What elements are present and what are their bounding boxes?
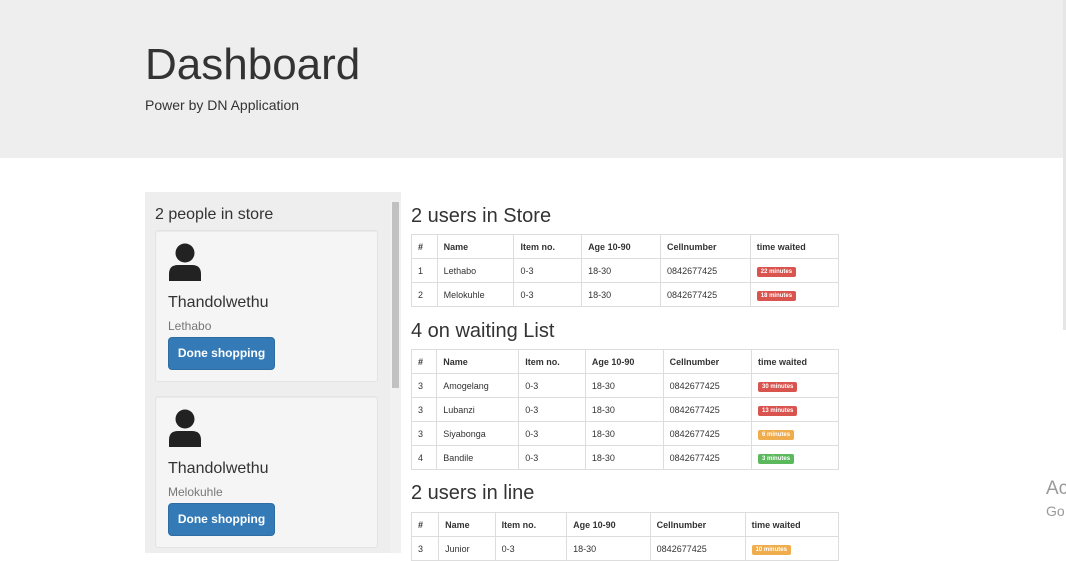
in-store-panel: 2 people in store Thandolwethu Lethabo D… (145, 192, 401, 553)
col-header: Name (436, 349, 520, 374)
col-header: Name (436, 234, 515, 259)
person-sub: Melokuhle (168, 485, 223, 499)
col-header: # (410, 512, 440, 537)
cell-name: Melokuhle (436, 282, 515, 307)
cell-wait: 10 minutes (744, 536, 840, 561)
col-header: Age 10-90 (566, 512, 651, 537)
col-header: Item no. (494, 512, 568, 537)
page-subtitle: Power by DN Application (145, 97, 300, 113)
done-shopping-button[interactable]: Done shopping (168, 503, 275, 536)
panel-title: 2 people in store (155, 206, 274, 223)
table-row: 3 Amogelang 0-3 18-30 0842677425 30 minutes (410, 373, 839, 398)
cell-num: 2 (411, 282, 438, 307)
cell-cell: 0842677425 (662, 445, 753, 470)
cell-name: Junior (438, 536, 496, 561)
cell-age: 18-30 (584, 421, 664, 446)
cell-item: 0-3 (494, 536, 568, 561)
cell-name: Siyabonga (436, 421, 520, 446)
cell-item: 0-3 (518, 421, 586, 446)
cell-item: 0-3 (518, 445, 586, 470)
time-waited-badge: 22 minutes (756, 266, 797, 277)
header-jumbotron: Dashboard Power by DN Application (0, 0, 1063, 158)
cell-wait: 22 minutes (749, 258, 840, 283)
line-table: # Name Item no. Age 10-90 Cellnumber tim… (410, 512, 840, 561)
cell-cell: 0842677425 (662, 373, 753, 398)
cell-cell: 0842677425 (662, 397, 753, 422)
cell-name: Lethabo (436, 258, 515, 283)
person-name: Thandolwethu (168, 460, 269, 477)
cell-age: 18-30 (581, 258, 662, 283)
col-header: time waited (749, 234, 840, 259)
cell-num: 3 (410, 421, 438, 446)
table-row: 2 Melokuhle 0-3 18-30 0842677425 18 minutes (411, 282, 840, 307)
cell-wait: 18 minutes (749, 282, 840, 307)
cell-wait: 13 minutes (751, 397, 839, 422)
waiting-table: # Name Item no. Age 10-90 Cellnumber tim… (410, 349, 839, 470)
cell-age: 18-30 (566, 536, 651, 561)
person-card: Thandolwethu Melokuhle Done shopping (155, 396, 378, 548)
col-header: Cellnumber (662, 349, 753, 374)
col-header: # (410, 349, 438, 374)
cell-item: 0-3 (518, 373, 586, 398)
cell-num: 1 (411, 258, 438, 283)
table-row: 3 Lubanzi 0-3 18-30 0842677425 13 minutes (410, 397, 839, 422)
section-title-store: 2 users in Store (411, 205, 552, 227)
watermark-line1: Ac (1046, 478, 1066, 499)
watermark-line2: Go (1046, 503, 1065, 519)
person-name: Thandolwethu (168, 294, 269, 311)
done-shopping-button[interactable]: Done shopping (168, 337, 275, 370)
cell-wait: 3 minutes (751, 445, 839, 470)
cell-cell: 0842677425 (649, 536, 746, 561)
person-sub: Lethabo (168, 319, 212, 333)
col-header: time waited (751, 349, 839, 374)
cell-age: 18-30 (584, 445, 664, 470)
time-waited-badge: 6 minutes (758, 429, 795, 440)
cell-cell: 0842677425 (660, 282, 751, 307)
cell-num: 3 (410, 373, 438, 398)
section-title-line: 2 users in line (411, 482, 535, 504)
cell-item: 0-3 (513, 258, 583, 283)
store-table: # Name Item no. Age 10-90 Cellnumber tim… (411, 234, 840, 307)
col-header: # (411, 234, 438, 259)
page-title: Dashboard (145, 40, 361, 89)
cell-wait: 6 minutes (751, 421, 839, 446)
person-card: Thandolwethu Lethabo Done shopping (155, 230, 378, 382)
col-header: Name (438, 512, 496, 537)
col-header: Age 10-90 (584, 349, 664, 374)
table-row: 3 Junior 0-3 18-30 0842677425 10 minutes (410, 536, 840, 561)
col-header: Age 10-90 (581, 234, 662, 259)
time-waited-badge: 3 minutes (758, 453, 795, 464)
time-waited-badge: 13 minutes (758, 405, 798, 416)
panel-scrollbar[interactable] (390, 200, 401, 553)
col-header: time waited (744, 512, 840, 537)
time-waited-badge: 10 minutes (751, 544, 791, 555)
cell-cell: 0842677425 (660, 258, 751, 283)
time-waited-badge: 18 minutes (756, 290, 797, 301)
cell-item: 0-3 (518, 397, 586, 422)
cell-wait: 30 minutes (751, 373, 839, 398)
col-header: Cellnumber (660, 234, 751, 259)
time-waited-badge: 30 minutes (758, 381, 798, 392)
scrollbar-thumb[interactable] (392, 202, 399, 388)
user-icon (169, 243, 201, 281)
cell-age: 18-30 (584, 397, 664, 422)
cell-name: Bandile (436, 445, 520, 470)
cell-num: 3 (410, 536, 440, 561)
table-row: 1 Lethabo 0-3 18-30 0842677425 22 minutes (411, 258, 840, 283)
section-title-waiting: 4 on waiting List (411, 320, 555, 342)
cell-name: Amogelang (436, 373, 520, 398)
col-header: Cellnumber (649, 512, 746, 537)
col-header: Item no. (518, 349, 586, 374)
user-icon (169, 409, 201, 447)
cell-cell: 0842677425 (662, 421, 753, 446)
cell-item: 0-3 (513, 282, 583, 307)
cell-age: 18-30 (581, 282, 662, 307)
cell-num: 3 (410, 397, 438, 422)
table-row: 3 Siyabonga 0-3 18-30 0842677425 6 minutes (410, 421, 839, 446)
col-header: Item no. (513, 234, 583, 259)
cell-num: 4 (410, 445, 438, 470)
table-row: 4 Bandile 0-3 18-30 0842677425 3 minutes (410, 445, 839, 470)
cell-age: 18-30 (584, 373, 664, 398)
cell-name: Lubanzi (436, 397, 520, 422)
